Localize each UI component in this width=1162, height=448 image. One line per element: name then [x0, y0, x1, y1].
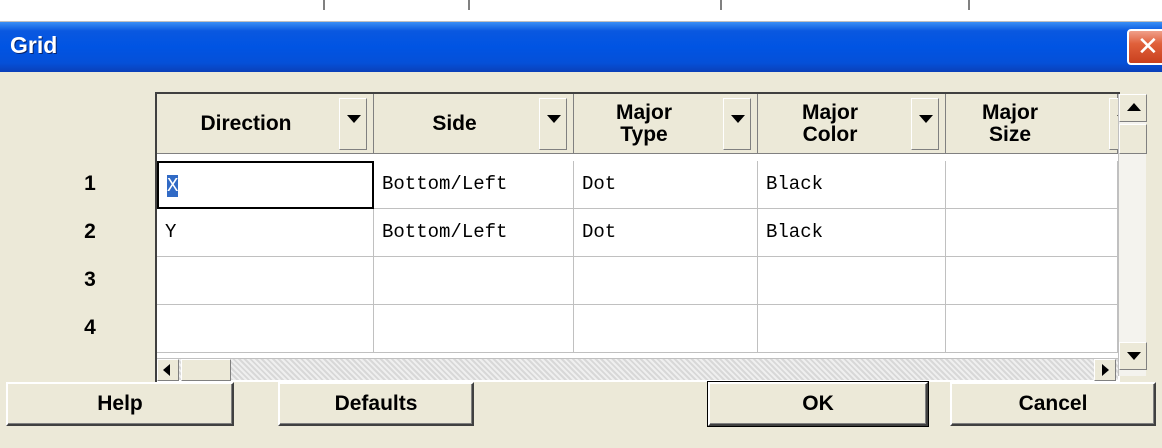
parent-window-strip: [0, 0, 1162, 22]
grid-cell[interactable]: Bottom/Left: [374, 161, 574, 209]
column-header-major-color[interactable]: Major Color: [758, 94, 946, 154]
divider: [720, 0, 722, 10]
grid-cell[interactable]: Y: [157, 209, 374, 257]
dropdown-arrow-icon[interactable]: [539, 98, 567, 150]
grid-cell[interactable]: [758, 305, 946, 353]
scroll-left-icon[interactable]: [157, 359, 179, 381]
grid-cell[interactable]: [946, 257, 1118, 305]
row-number: 2: [84, 220, 96, 243]
close-button[interactable]: ✕: [1127, 29, 1162, 65]
divider: [468, 0, 470, 10]
column-header-direction[interactable]: Direction: [157, 94, 374, 154]
grid-cell[interactable]: [946, 209, 1118, 257]
divider: [968, 0, 970, 10]
scroll-thumb[interactable]: [181, 359, 231, 381]
row-number: 1: [84, 172, 96, 195]
grid-cell[interactable]: [946, 305, 1118, 353]
grid-cell[interactable]: [374, 305, 574, 353]
grid-cell[interactable]: [574, 305, 758, 353]
ok-button[interactable]: OK: [707, 381, 929, 427]
grid-cell[interactable]: Black: [758, 209, 946, 257]
grid-cell[interactable]: [574, 257, 758, 305]
dropdown-arrow-icon[interactable]: [723, 98, 751, 150]
window-title: Grid: [10, 32, 58, 58]
scroll-right-icon[interactable]: [1094, 359, 1116, 381]
grid-cell[interactable]: [374, 257, 574, 305]
grid-cell[interactable]: [758, 257, 946, 305]
title-bar[interactable]: Grid ✕: [0, 22, 1162, 72]
grid-cell[interactable]: Bottom/Left: [374, 209, 574, 257]
column-header-side[interactable]: Side: [374, 94, 574, 154]
grid-dialog: Direction Side Major Type Major Color Ma…: [0, 72, 1162, 448]
close-icon: ✕: [1137, 31, 1159, 61]
column-header-major-type[interactable]: Major Type: [574, 94, 758, 154]
column-header-label: Major Type: [615, 100, 672, 146]
grid-cell[interactable]: Dot: [574, 209, 758, 257]
defaults-button[interactable]: Defaults: [278, 382, 474, 426]
scroll-thumb[interactable]: [1119, 124, 1147, 154]
scroll-up-icon[interactable]: [1119, 94, 1147, 122]
grid-cell[interactable]: X: [157, 161, 374, 209]
grid-cell[interactable]: Black: [758, 161, 946, 209]
horizontal-scrollbar[interactable]: [157, 358, 1118, 381]
column-header-label: Major Color: [801, 100, 858, 146]
help-button[interactable]: Help: [6, 382, 234, 426]
dropdown-arrow-icon[interactable]: [339, 98, 367, 150]
row-number: 4: [84, 316, 96, 339]
vertical-scrollbar[interactable]: [1118, 94, 1147, 376]
cancel-button[interactable]: Cancel: [950, 382, 1156, 426]
cell-text: X: [167, 175, 179, 197]
column-header-label: Direction: [200, 111, 292, 135]
column-header-label: Side: [432, 111, 477, 135]
divider: [323, 0, 325, 10]
dropdown-arrow-icon[interactable]: [911, 98, 939, 150]
grid-cell[interactable]: Dot: [574, 161, 758, 209]
grid-cell[interactable]: [157, 305, 374, 353]
column-header-major-size[interactable]: Major Size: [946, 94, 1131, 154]
row-number: 3: [84, 268, 96, 291]
column-header-label: Major Size: [981, 100, 1038, 146]
scroll-down-icon[interactable]: [1119, 342, 1147, 370]
grid-cell[interactable]: [946, 161, 1118, 209]
grid-cell[interactable]: [157, 257, 374, 305]
